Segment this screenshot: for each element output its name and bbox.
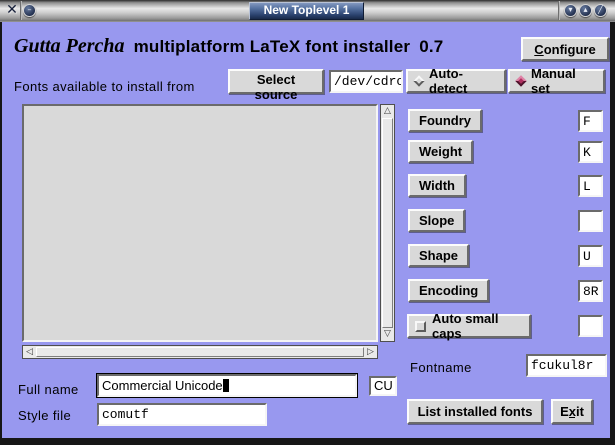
scroll-up-icon[interactable]: △ <box>381 105 394 118</box>
manual-set-radio[interactable]: Manual set <box>508 69 605 93</box>
roll-up-button[interactable]: ▴ <box>579 4 592 17</box>
manual-set-label: Manual set <box>531 66 596 96</box>
app-title: multiplatform LaTeX font installer <box>134 37 411 57</box>
close-icon: ╱ <box>595 5 606 15</box>
full-name-value: Commercial Unicode <box>102 378 223 393</box>
titlebar-separator <box>20 1 22 20</box>
text-cursor <box>223 379 229 392</box>
width-input[interactable]: L <box>578 175 603 197</box>
radio-selected-icon <box>515 75 526 86</box>
font-listbox[interactable] <box>22 104 378 342</box>
window-title[interactable]: New Toplevel 1 <box>249 2 364 20</box>
chevron-up-icon: ▴ <box>580 5 591 15</box>
slope-input[interactable] <box>578 210 603 232</box>
titlebar[interactable]: ✕ – New Toplevel 1 ▾ ▴ ╱ <box>0 0 615 22</box>
short-name-input[interactable]: CU <box>369 376 397 396</box>
configure-button[interactable]: Configure <box>521 37 609 61</box>
chevron-down-icon: ▾ <box>565 5 576 15</box>
list-installed-fonts-button[interactable]: List installed fonts <box>407 399 543 424</box>
main-area: Gutta Percha multiplatform LaTeX font in… <box>2 22 610 438</box>
fontname-input[interactable]: fcukul8r <box>526 354 607 377</box>
foundry-input[interactable]: F <box>578 110 603 132</box>
app-version: 0.7 <box>419 37 443 57</box>
minimize-button[interactable]: – <box>23 4 36 17</box>
exit-label: Exit <box>560 404 584 419</box>
slope-button[interactable]: Slope <box>408 209 465 232</box>
exit-button[interactable]: Exit <box>551 399 593 424</box>
vertical-scrollbar[interactable]: △ ▽ <box>380 104 395 342</box>
shape-button[interactable]: Shape <box>408 244 469 267</box>
foundry-button[interactable]: Foundry <box>408 109 482 132</box>
horizontal-scrollbar[interactable]: ◁ ▷ <box>22 345 378 359</box>
style-file-label: Style file <box>18 408 71 423</box>
close-button[interactable]: ╱ <box>594 4 607 17</box>
auto-detect-label: Auto-detect <box>429 66 497 96</box>
source-device-input[interactable]: /dev/cdrom <box>329 70 403 93</box>
titlebar-separator <box>558 1 560 20</box>
shape-input[interactable]: U <box>578 245 603 267</box>
checkbox-indicator-icon <box>415 321 426 332</box>
fontname-label: Fontname <box>410 360 472 375</box>
weight-input[interactable]: K <box>578 141 603 163</box>
window-menu-icon[interactable]: ✕ <box>4 2 20 19</box>
encoding-input[interactable]: 8R <box>578 280 603 302</box>
auto-small-caps-input[interactable] <box>578 315 603 337</box>
weight-button[interactable]: Weight <box>408 140 473 163</box>
auto-small-caps-checkbox[interactable]: Auto small caps <box>407 314 531 338</box>
select-source-button[interactable]: Select source <box>228 69 324 94</box>
width-button[interactable]: Width <box>408 174 466 197</box>
roll-down-button[interactable]: ▾ <box>564 4 577 17</box>
style-file-input[interactable]: comutf <box>97 403 267 426</box>
encoding-button[interactable]: Encoding <box>408 279 489 302</box>
app-header: Gutta Percha multiplatform LaTeX font in… <box>14 35 443 58</box>
auto-small-caps-label: Auto small caps <box>432 311 523 341</box>
source-label: Fonts available to install from <box>14 79 195 94</box>
minimize-icon: – <box>24 5 35 15</box>
horizontal-scrollbar-thumb[interactable] <box>36 347 364 357</box>
radio-unselected-icon <box>413 75 424 86</box>
app-window: ✕ – New Toplevel 1 ▾ ▴ ╱ Gutta Percha mu… <box>0 0 615 445</box>
app-brand: Gutta Percha <box>14 35 125 58</box>
full-name-input[interactable]: Commercial Unicode <box>97 374 357 397</box>
scroll-down-icon[interactable]: ▽ <box>381 328 394 341</box>
vertical-scrollbar-thumb[interactable] <box>382 118 393 328</box>
scroll-right-icon[interactable]: ▷ <box>364 346 377 358</box>
scroll-left-icon[interactable]: ◁ <box>23 346 36 358</box>
auto-detect-radio[interactable]: Auto-detect <box>406 69 506 93</box>
full-name-label: Full name <box>18 382 79 397</box>
configure-label: Configure <box>531 42 599 57</box>
